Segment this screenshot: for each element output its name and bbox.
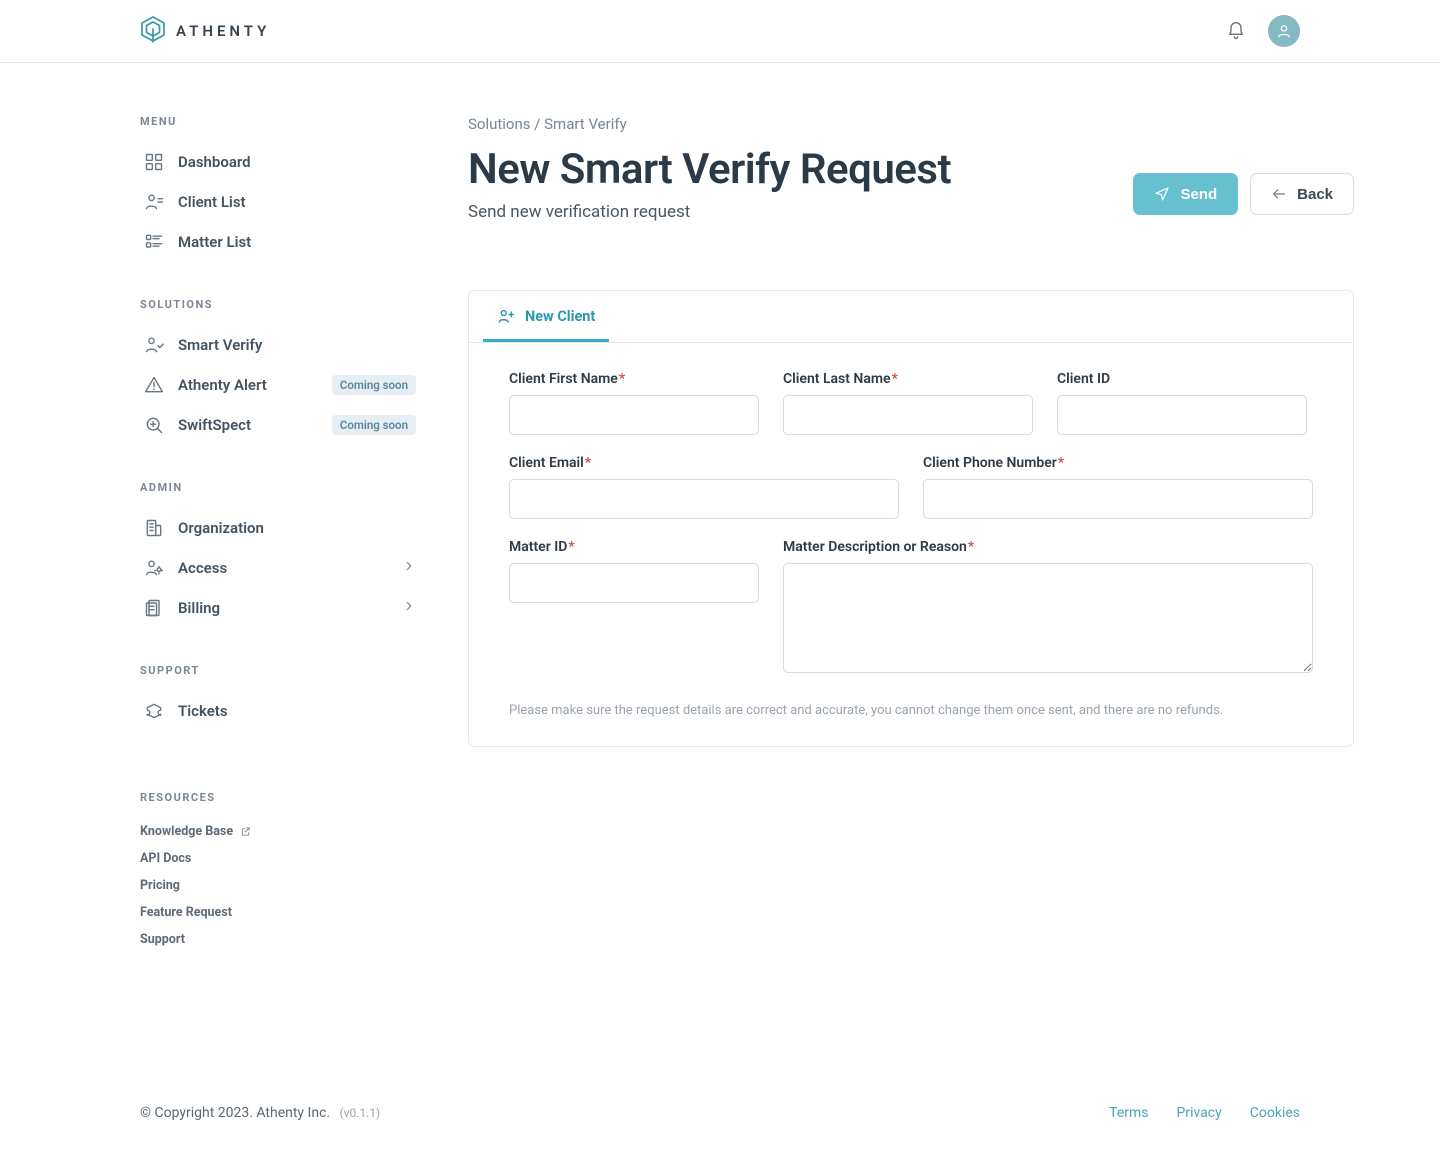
footer-copyright: © Copyright 2023. Athenty Inc. [140,1105,330,1121]
coming-soon-badge: Coming soon [332,415,416,435]
label-matter-desc: Matter Description or Reason* [783,539,1313,555]
tab-label: New Client [525,308,595,325]
sidebar-item-label: Access [178,559,388,577]
sidebar-section-resources: RESOURCES Knowledge Base API Docs Pricin… [140,791,420,953]
sidebar-item-billing[interactable]: Billing [140,588,420,628]
matter-desc-textarea[interactable] [783,563,1313,673]
tab-new-client[interactable]: New Client [483,291,609,342]
form-card: New Client Client First Name* Client Las… [468,290,1354,747]
resource-link-api-docs[interactable]: API Docs [140,845,420,872]
sidebar-item-label: Athenty Alert [178,376,318,394]
footer-link-privacy[interactable]: Privacy [1177,1105,1222,1121]
form-hint: Please make sure the request details are… [509,703,1313,718]
form: Client First Name* Client Last Name* Cli… [469,343,1353,746]
sidebar-item-label: SwiftSpect [178,416,318,434]
label-matter-id: Matter ID* [509,539,759,555]
sidebar-title: SUPPORT [140,664,420,677]
send-button-label: Send [1180,186,1217,203]
breadcrumb[interactable]: Solutions / Smart Verify [468,115,1354,133]
label-first-name: Client First Name* [509,371,759,387]
brand[interactable]: ATHENTY [140,15,270,47]
sidebar-item-tickets[interactable]: Tickets [140,691,420,731]
chevron-right-icon [402,559,416,577]
resource-link-feature-request[interactable]: Feature Request [140,899,420,926]
chevron-right-icon [402,599,416,617]
footer-links: Terms Privacy Cookies [1109,1105,1300,1121]
matter-id-input[interactable] [509,563,759,603]
brand-name: ATHENTY [176,22,270,40]
send-button[interactable]: Send [1133,173,1238,215]
sidebar-section-solutions: SOLUTIONS Smart Verify Athenty Alert Com… [140,298,420,445]
sidebar-item-client-list[interactable]: Client List [140,182,420,222]
topbar: ATHENTY [0,0,1440,63]
email-input[interactable] [509,479,899,519]
sidebar-item-swiftspect[interactable]: SwiftSpect Coming soon [140,405,420,445]
sidebar-item-label: Tickets [178,702,416,720]
last-name-input[interactable] [783,395,1033,435]
sidebar-section-support: SUPPORT Tickets [140,664,420,731]
sidebar-item-dashboard[interactable]: Dashboard [140,142,420,182]
footer-version: (v0.1.1) [340,1106,381,1120]
sidebar-item-access[interactable]: Access [140,548,420,588]
resource-link-label: Knowledge Base [140,824,233,839]
sidebar-item-label: Organization [178,519,416,537]
resource-link-label: Feature Request [140,905,232,920]
user-plus-icon [497,307,515,325]
action-buttons: Send Back [1133,173,1354,215]
resource-link-label: Support [140,932,185,947]
phone-input[interactable] [923,479,1313,519]
coming-soon-badge: Coming soon [332,375,416,395]
label-phone: Client Phone Number* [923,455,1313,471]
avatar-button[interactable] [1268,15,1300,47]
sidebar-item-label: Billing [178,599,388,617]
arrow-left-icon [1271,186,1287,202]
label-last-name: Client Last Name* [783,371,1033,387]
sidebar-item-athenty-alert[interactable]: Athenty Alert Coming soon [140,365,420,405]
page-title: New Smart Verify Request [468,145,951,194]
send-icon [1154,186,1170,202]
sidebar-item-matter-list[interactable]: Matter List [140,222,420,262]
first-name-input[interactable] [509,395,759,435]
sidebar-item-label: Smart Verify [178,336,416,354]
main: Solutions / Smart Verify New Smart Verif… [468,115,1354,1053]
back-button-label: Back [1297,186,1333,203]
sidebar-title: SOLUTIONS [140,298,420,311]
resource-link-label: Pricing [140,878,180,893]
sidebar: MENU Dashboard Client List Matter List S… [140,115,420,1053]
footer: © Copyright 2023. Athenty Inc. (v0.1.1) … [0,1093,1440,1155]
resource-link-pricing[interactable]: Pricing [140,872,420,899]
sidebar-title: ADMIN [140,481,420,494]
footer-link-terms[interactable]: Terms [1109,1105,1148,1121]
resource-link-support[interactable]: Support [140,926,420,953]
logo-icon [140,15,166,47]
sidebar-title: RESOURCES [140,791,420,804]
sidebar-title: MENU [140,115,420,128]
tabs: New Client [469,291,1353,343]
sidebar-section-menu: MENU Dashboard Client List Matter List [140,115,420,262]
label-email: Client Email* [509,455,899,471]
sidebar-item-label: Matter List [178,233,416,251]
footer-link-cookies[interactable]: Cookies [1250,1105,1300,1121]
sidebar-item-organization[interactable]: Organization [140,508,420,548]
page-subtitle: Send new verification request [468,202,951,222]
back-button[interactable]: Back [1250,173,1354,215]
sidebar-item-label: Dashboard [178,153,416,171]
resource-link-knowledge-base[interactable]: Knowledge Base [140,818,420,845]
client-id-input[interactable] [1057,395,1307,435]
page-grid: MENU Dashboard Client List Matter List S… [0,63,1440,1093]
resource-link-label: API Docs [140,851,191,866]
page-head: New Smart Verify Request Send new verifi… [468,139,1354,222]
external-link-icon [240,826,251,837]
topbar-actions [1222,15,1300,47]
sidebar-item-smart-verify[interactable]: Smart Verify [140,325,420,365]
label-client-id: Client ID [1057,371,1307,387]
sidebar-item-label: Client List [178,193,416,211]
sidebar-section-admin: ADMIN Organization Access Billing [140,481,420,628]
bell-icon[interactable] [1222,17,1250,45]
